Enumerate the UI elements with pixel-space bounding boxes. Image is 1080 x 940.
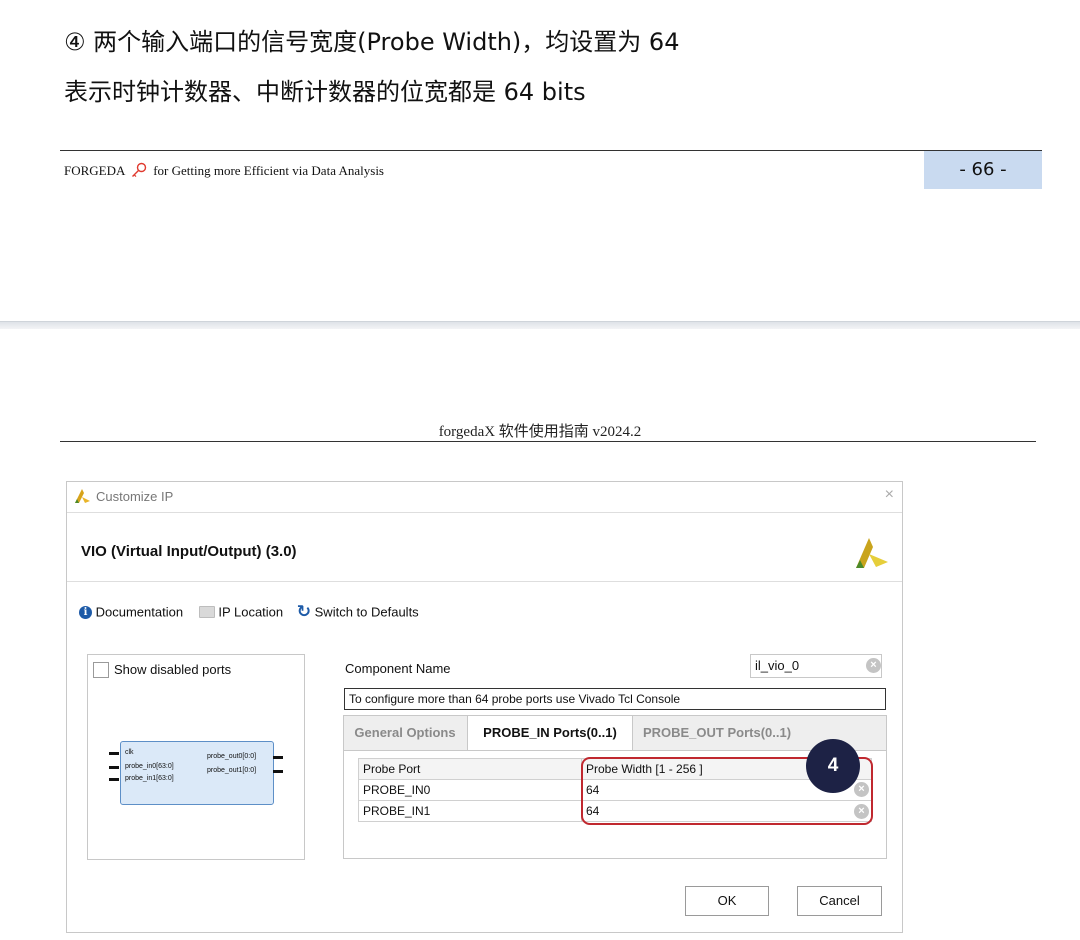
symbol-label-out0: probe_out0[0:0]: [207, 753, 257, 760]
symbol-label-out1: probe_out1[0:0]: [207, 767, 257, 774]
probe-port-cell: PROBE_IN1: [358, 800, 582, 822]
tcl-console-note: To configure more than 64 probe ports us…: [344, 688, 886, 710]
pin-out0: [273, 756, 283, 759]
footer-text: FORGEDA for Getting more Efficient via D…: [64, 162, 384, 179]
vivado-logo-icon: [75, 489, 90, 503]
footer-rule: [60, 150, 1042, 151]
customize-ip-dialog: Customize IP × VIO (Virtual Input/Output…: [66, 481, 903, 933]
page-header-rule: [60, 441, 1036, 442]
ip-symbol-block: clk probe_in0[63:0] probe_in1[63:0] prob…: [109, 741, 283, 805]
pin-in0: [109, 766, 119, 769]
tab-general-options[interactable]: General Options: [344, 716, 466, 750]
tab-probe-in-ports[interactable]: PROBE_IN Ports(0..1): [467, 716, 633, 750]
dialog-toolbar: i Documentation IP Location ↻ Switch to …: [79, 602, 419, 622]
clear-icon[interactable]: ×: [866, 658, 881, 673]
refresh-icon[interactable]: ↻: [297, 602, 311, 622]
info-icon[interactable]: i: [79, 605, 92, 619]
dialog-title: Customize IP: [96, 489, 174, 504]
footer-tagline: for Getting more Efficient via Data Anal…: [153, 163, 384, 178]
component-name-input[interactable]: il_vio_0: [750, 654, 882, 678]
dialog-titlebar[interactable]: Customize IP ×: [67, 482, 902, 512]
switch-to-defaults-link[interactable]: Switch to Defaults: [315, 605, 419, 620]
symbol-label-in0: probe_in0[63:0]: [125, 763, 174, 770]
page-header-title: forgedaX 软件使用指南 v2024.2: [438, 424, 642, 440]
show-disabled-ports-label: Show disabled ports: [114, 662, 232, 677]
folder-icon: [198, 606, 215, 618]
page-separator: [0, 321, 1080, 329]
pin-clk: [109, 752, 119, 755]
ip-location-link: IP Location: [218, 604, 284, 620]
show-disabled-ports-checkbox[interactable]: [93, 662, 109, 678]
cancel-button[interactable]: Cancel: [797, 886, 882, 916]
column-header-probe-port: Probe Port: [358, 758, 582, 780]
symbol-label-in1: probe_in1[63:0]: [125, 775, 174, 782]
titlebar-divider: [67, 512, 902, 513]
key-icon: [131, 162, 147, 178]
symbol-label-clk: clk: [125, 749, 134, 756]
ip-name-heading: VIO (Virtual Input/Output) (3.0): [81, 543, 297, 560]
component-name-label: Component Name: [345, 661, 451, 676]
pin-in1: [109, 778, 119, 781]
step-badge: 4: [806, 739, 860, 793]
page-number: - 66 -: [924, 151, 1042, 189]
pin-out1: [273, 770, 283, 773]
doc-paragraph-line-1: ④ 两个输入端口的信号宽度(Probe Width)，均设置为 64: [64, 28, 680, 56]
documentation-link[interactable]: Documentation: [96, 605, 183, 620]
tab-probe-out-ports[interactable]: PROBE_OUT Ports(0..1): [632, 716, 802, 750]
footer-brand: FORGEDA: [64, 163, 125, 178]
ip-symbol-panel: Show disabled ports clk probe_in0[63:0] …: [87, 654, 305, 860]
probe-port-cell: PROBE_IN0: [358, 779, 582, 801]
header-divider: [67, 581, 902, 582]
doc-paragraph-line-2: 表示时钟计数器、中断计数器的位宽都是 64 bits: [64, 78, 586, 106]
vivado-brand-icon: [856, 538, 888, 568]
close-icon[interactable]: ×: [885, 486, 894, 504]
ok-button[interactable]: OK: [685, 886, 769, 916]
